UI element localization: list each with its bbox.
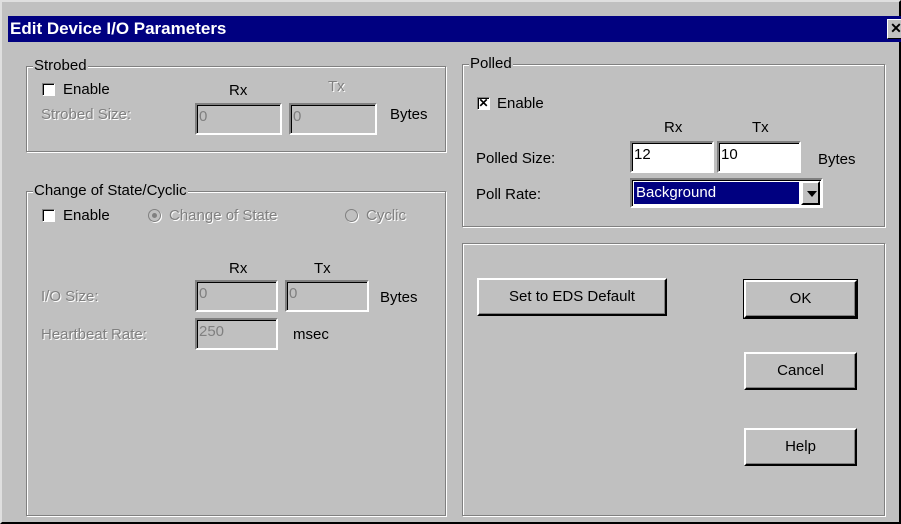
- heartbeat-rate-label: Heartbeat Rate:: [41, 326, 147, 343]
- cos-bytes-label: Bytes: [380, 289, 418, 306]
- poll-rate-label: Poll Rate:: [476, 186, 542, 203]
- strobed-enable-label[interactable]: Enable: [63, 81, 110, 98]
- polled-bytes-label: Bytes: [818, 151, 856, 168]
- polled-enable-checkbox[interactable]: ✕: [477, 97, 490, 110]
- msec-label: msec: [293, 326, 329, 343]
- title-bar[interactable]: Edit Device I/O Parameters ✕: [8, 16, 901, 42]
- cos-enable-label[interactable]: Enable: [63, 207, 110, 224]
- dialog-window: Edit Device I/O Parameters ✕ Strobed Ena…: [0, 0, 901, 524]
- cos-rx-header: Rx: [229, 260, 248, 277]
- strobed-rx-input[interactable]: 0: [195, 103, 282, 135]
- polled-legend: Polled: [469, 55, 513, 72]
- strobed-bytes-label: Bytes: [390, 106, 428, 123]
- poll-rate-select[interactable]: Background: [630, 178, 823, 208]
- polled-size-label: Polled Size:: [476, 150, 556, 167]
- polled-enable-label[interactable]: Enable: [497, 95, 544, 112]
- close-icon[interactable]: ✕: [887, 19, 901, 39]
- window-title: Edit Device I/O Parameters: [10, 19, 227, 38]
- change-of-state-radio[interactable]: [148, 209, 161, 222]
- cancel-button[interactable]: Cancel: [744, 352, 857, 390]
- set-eds-default-button[interactable]: Set to EDS Default: [477, 278, 667, 316]
- polled-rx-header: Rx: [664, 119, 683, 136]
- polled-tx-header: Tx: [752, 119, 769, 136]
- help-button[interactable]: Help: [744, 428, 857, 466]
- polled-tx-input[interactable]: 10: [717, 141, 801, 173]
- strobed-enable-checkbox[interactable]: [42, 83, 55, 96]
- poll-rate-value: Background: [633, 181, 800, 205]
- chevron-down-icon[interactable]: [801, 181, 820, 205]
- cyclic-radio[interactable]: [345, 209, 358, 222]
- cyclic-label[interactable]: Cyclic: [366, 207, 406, 224]
- cos-cyclic-legend: Change of State/Cyclic: [33, 182, 188, 199]
- heartbeat-rate-input[interactable]: 250: [195, 318, 278, 350]
- cos-tx-input[interactable]: 0: [285, 280, 369, 312]
- cos-rx-input[interactable]: 0: [195, 280, 278, 312]
- strobed-tx-input[interactable]: 0: [289, 103, 377, 135]
- strobed-rx-header: Rx: [229, 82, 248, 99]
- cos-enable-checkbox[interactable]: [42, 209, 55, 222]
- strobed-legend: Strobed: [33, 57, 88, 74]
- strobed-tx-header: Tx: [328, 78, 345, 95]
- change-of-state-label[interactable]: Change of State: [169, 207, 277, 224]
- polled-rx-input[interactable]: 12: [630, 141, 714, 173]
- cos-cyclic-group: Change of State/Cyclic: [26, 182, 446, 516]
- cos-tx-header: Tx: [314, 260, 331, 277]
- strobed-size-label: Strobed Size:: [41, 106, 132, 123]
- io-size-label: I/O Size:: [41, 288, 99, 305]
- ok-button[interactable]: OK: [743, 279, 858, 319]
